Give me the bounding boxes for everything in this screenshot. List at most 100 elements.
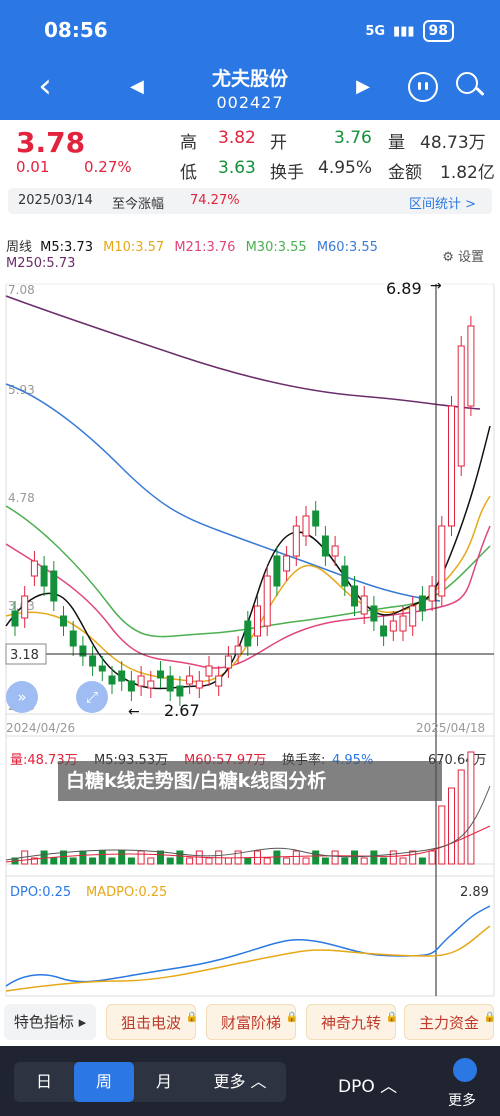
volume-bar (79, 850, 87, 865)
ma250-line (5, 295, 481, 410)
volume-bar (283, 857, 291, 865)
candle (321, 535, 329, 557)
high-label: 高 (180, 133, 197, 153)
price-change-pct: 0.27% (84, 158, 132, 176)
tool-button[interactable]: 财富阶梯 🔒 (206, 1004, 298, 1040)
nav-bar: ‹ ◀ 尤夫股份 002427 ▶ (0, 58, 500, 118)
volume-bar (399, 857, 407, 865)
candle (147, 680, 155, 689)
lock-icon: 🔒 (483, 1012, 496, 1023)
volume-bar (118, 850, 126, 865)
volume-bar (418, 857, 426, 865)
candle (409, 605, 417, 627)
fullscreen-icon[interactable]: ⤢ (76, 681, 108, 713)
battery-icon: 98 (422, 20, 454, 42)
clock: 08:56 (44, 18, 108, 42)
volume-bar (157, 850, 164, 865)
candle (302, 515, 310, 537)
candle (89, 655, 97, 667)
volume-bar (331, 850, 339, 865)
turnover-label: 换手 (270, 163, 304, 183)
more-label[interactable]: 更多 (448, 1090, 476, 1110)
volume-bar (69, 857, 77, 865)
volume-bar (166, 857, 174, 865)
madpo-label: MADPO:0.25 (86, 885, 167, 900)
overlay-banner: 白糖k线走势图/白糖k线图分析 (58, 761, 442, 801)
candle (331, 545, 339, 557)
volume-value: 48.73万 (420, 133, 486, 153)
candle (263, 575, 271, 627)
candle (40, 565, 48, 587)
feature-indicator-button[interactable]: 特色指标 ▸ (4, 1004, 96, 1040)
volume-bar (467, 751, 475, 865)
candle (69, 630, 77, 647)
high-value: 3.82 (218, 128, 256, 148)
header: 08:56 5G ▮▮▮ 98 ‹ ◀ 尤夫股份 002427 ▶ (0, 0, 500, 120)
volume-bar (448, 787, 455, 865)
ma60-line (5, 383, 441, 602)
volume-bar (409, 850, 417, 865)
volume-bar (205, 857, 213, 865)
candle (370, 605, 378, 622)
expand-icon[interactable]: » (6, 681, 38, 713)
indicator-tools: 特色指标 ▸ 狙击电波 🔒 财富阶梯 🔒 神奇九转 🔒 主力资金 🔒 (0, 1004, 500, 1044)
tab-day[interactable]: 日 (14, 1062, 74, 1102)
max-arrow-icon: → (430, 278, 442, 294)
candle (98, 665, 106, 672)
range-date: 2025/03/14 (18, 193, 93, 208)
volume-bar (389, 850, 397, 865)
volume-bar (176, 850, 184, 865)
tab-week[interactable]: 周 (74, 1062, 134, 1102)
candle (380, 625, 388, 637)
lock-icon: 🔒 (285, 1012, 298, 1023)
candle (399, 615, 407, 632)
candle (389, 620, 397, 632)
home-indicator (236, 1110, 264, 1114)
volume-bar (147, 857, 155, 865)
min-arrow-icon: ← (128, 704, 140, 720)
status-bar: 08:56 5G ▮▮▮ 98 (0, 0, 500, 60)
volume-bar (312, 850, 320, 865)
low-label: 低 (180, 163, 197, 183)
tool-label: 狙击电波 (120, 1014, 181, 1032)
tool-button[interactable]: 主力资金 🔒 (404, 1004, 496, 1040)
dpo-line (5, 905, 491, 987)
amount-label: 金额 (388, 163, 422, 183)
volume-m60-line (5, 825, 491, 863)
period-switcher: 日 周 月 更多 ︿ (14, 1062, 286, 1102)
volume-bar (302, 857, 310, 865)
candle (312, 510, 320, 527)
candle (195, 680, 203, 689)
volume-bar (457, 769, 465, 865)
candle (292, 525, 300, 557)
candle (137, 675, 145, 687)
date-start: 2024/04/26 (6, 721, 75, 735)
tool-label: 神奇九转 (320, 1014, 381, 1032)
tool-label: 财富阶梯 (220, 1014, 281, 1032)
volume-bar (137, 850, 145, 865)
candle (186, 675, 194, 685)
tab-month[interactable]: 月 (134, 1062, 194, 1102)
more-icon[interactable] (453, 1058, 477, 1082)
candle (418, 595, 426, 612)
volume-bar (292, 850, 300, 865)
candle (351, 585, 358, 607)
tool-button[interactable]: 狙击电波 🔒 (106, 1004, 198, 1040)
range-bar: 2025/03/14 至今涨幅 74.27% 区间统计 > (8, 188, 492, 214)
range-stat-link[interactable]: 区间统计 > (409, 193, 476, 212)
candle (457, 345, 465, 467)
tool-button[interactable]: 神奇九转 🔒 (306, 1004, 398, 1040)
face-icon[interactable] (408, 72, 438, 102)
tool-label: 主力资金 (418, 1014, 479, 1032)
chart-area[interactable]: 周线 M5:3.73 M10:3.57 M21:3.76 M30:3.55 M6… (0, 226, 500, 1006)
next-stock-icon[interactable]: ▶ (356, 76, 370, 97)
candle (244, 620, 252, 647)
volume-bar (321, 857, 329, 865)
candle (224, 655, 232, 669)
turnover-value: 4.95% (318, 158, 373, 178)
search-icon[interactable] (456, 72, 485, 100)
tab-more[interactable]: 更多 ︿ (194, 1062, 286, 1102)
rise-label: 至今涨幅 (112, 197, 165, 212)
candle (11, 610, 19, 627)
indicator-select[interactable]: DPO ︿ (338, 1072, 397, 1097)
